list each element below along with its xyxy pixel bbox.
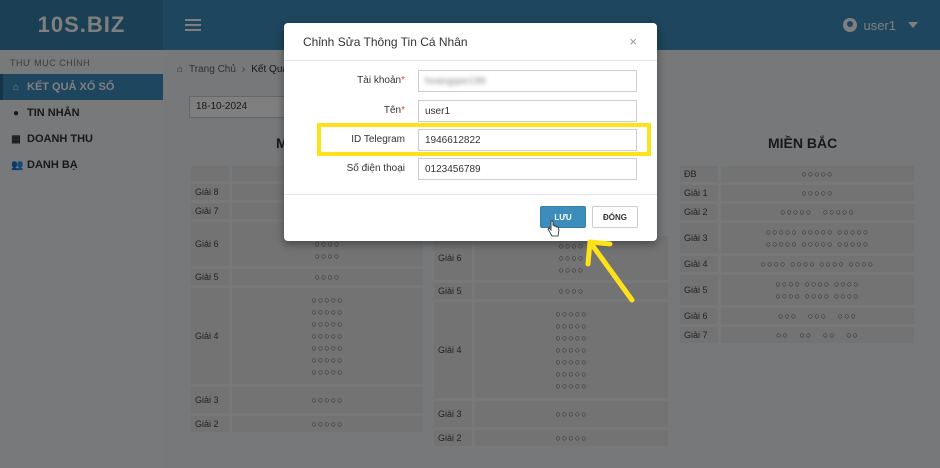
- modal-title: Chỉnh Sửa Thông Tin Cá Nhân: [303, 34, 468, 49]
- phone-row: Số điện thoại 0123456789: [284, 158, 657, 180]
- modal-header: Chỉnh Sửa Thông Tin Cá Nhân ×: [284, 23, 657, 61]
- phone-label: Số điện thoại: [346, 163, 405, 174]
- hand-cursor-icon: [547, 220, 560, 237]
- phone-field[interactable]: 0123456789: [418, 158, 637, 180]
- account-field[interactable]: hoangqwr199: [418, 70, 637, 92]
- account-label: Tài khoản*: [357, 75, 405, 86]
- annotation-arrow-icon: [585, 239, 635, 303]
- account-row: Tài khoản* hoangqwr199: [284, 70, 657, 92]
- name-row: Tên* user1: [284, 100, 657, 122]
- name-label: Tên*: [383, 105, 405, 116]
- highlight-box: [317, 123, 651, 156]
- close-icon[interactable]: ×: [629, 34, 637, 49]
- name-field[interactable]: user1: [418, 100, 637, 122]
